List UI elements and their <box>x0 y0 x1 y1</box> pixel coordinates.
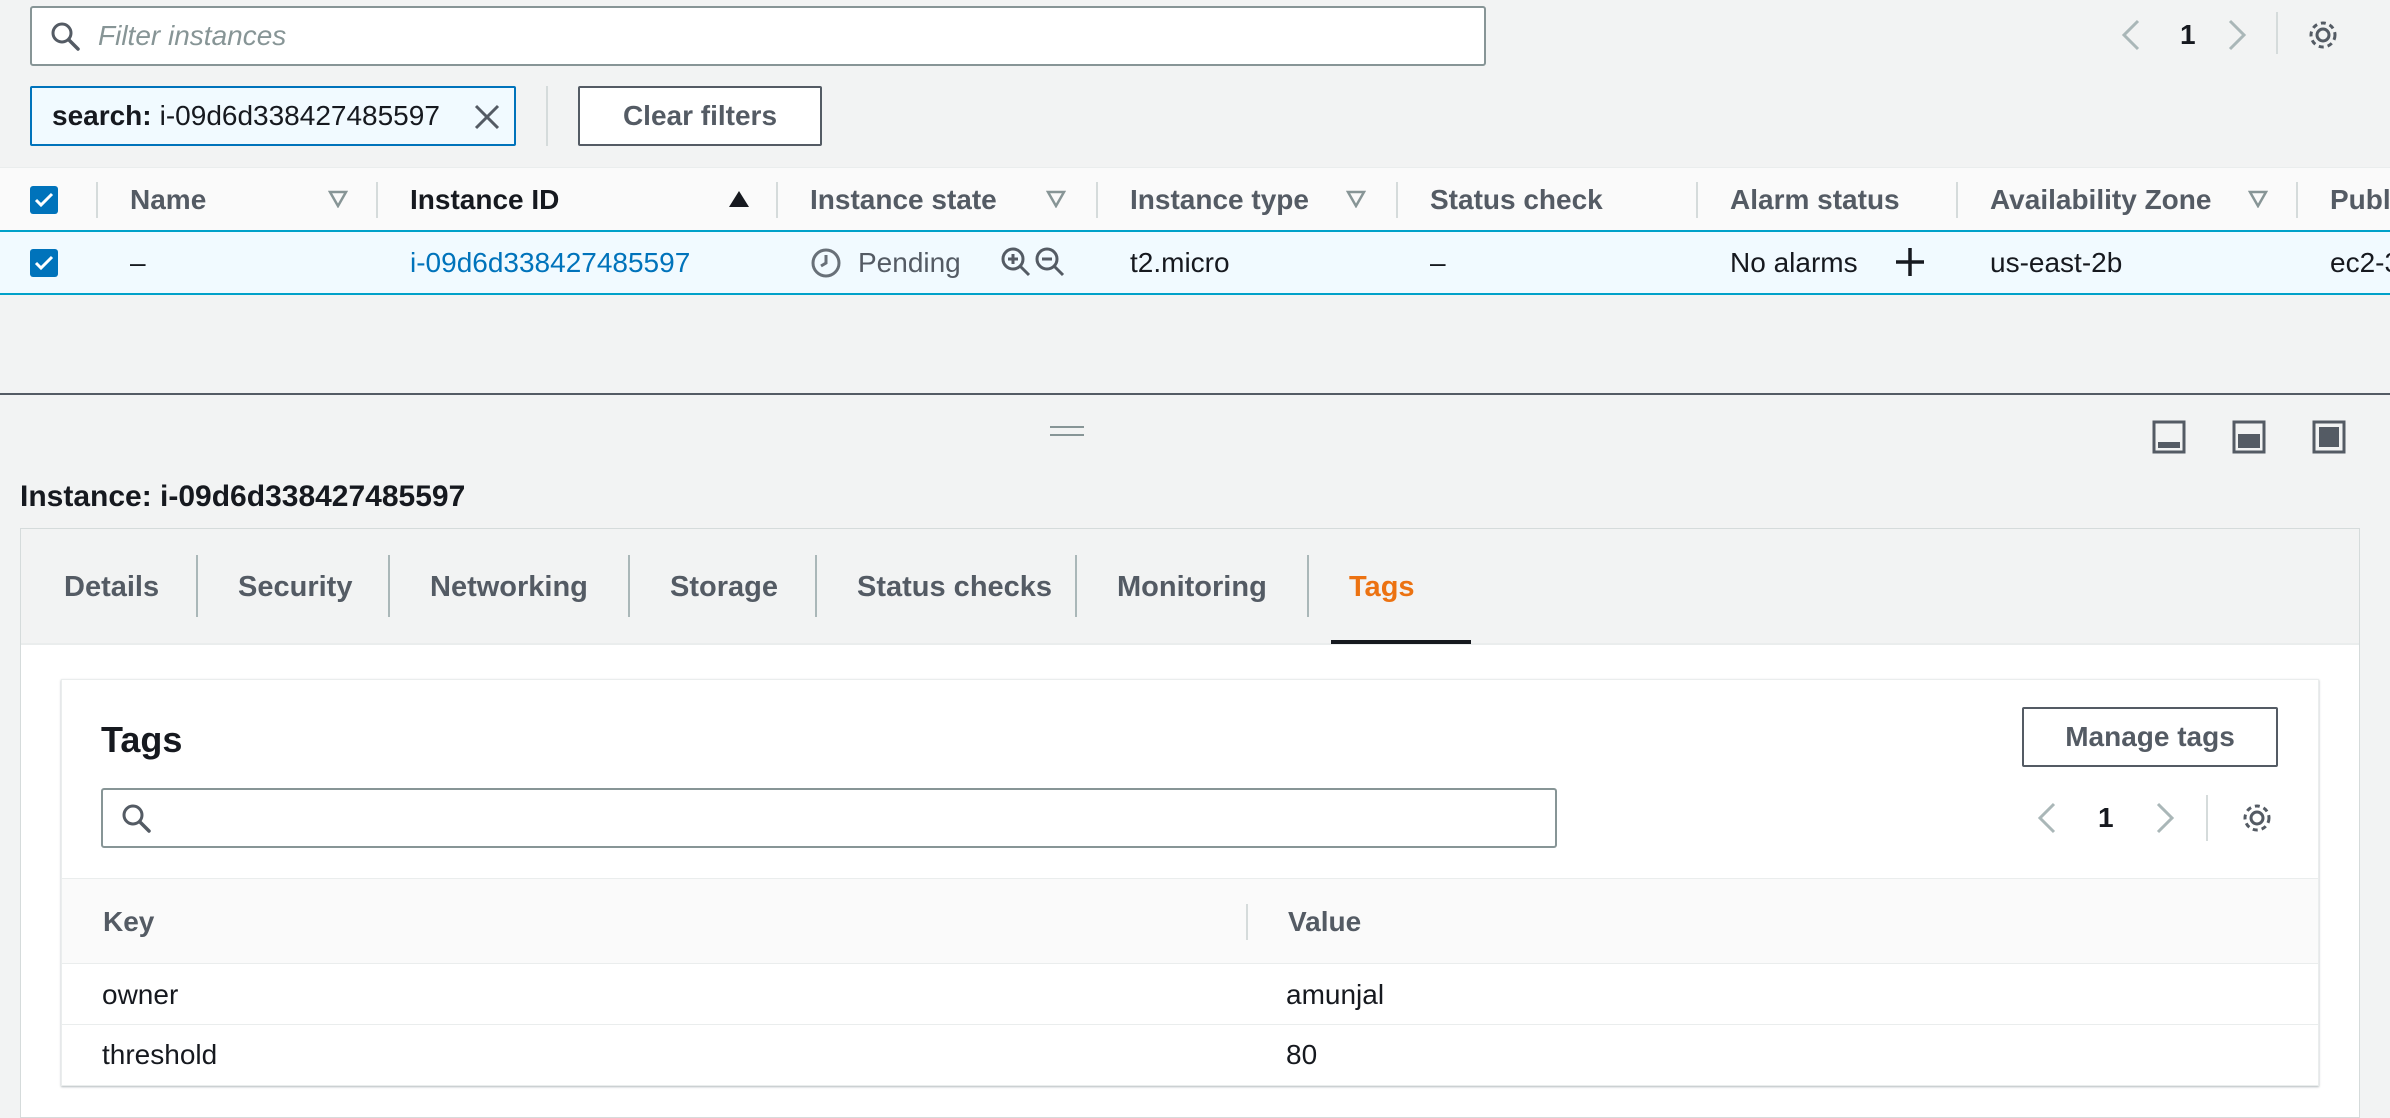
remove-token-icon[interactable] <box>472 102 502 132</box>
tab-tags[interactable]: Tags <box>1349 529 1415 645</box>
search-icon <box>50 21 80 51</box>
sort-icon[interactable] <box>328 190 348 208</box>
prev-page-icon[interactable] <box>2120 18 2150 52</box>
sort-icon[interactable] <box>2248 190 2268 208</box>
tags-title: Tags <box>101 719 183 760</box>
filter-token: search: i-09d6d338427485597 <box>30 86 516 146</box>
table-row: threshold 80 <box>62 1025 2318 1085</box>
divider <box>2206 795 2208 841</box>
cell-instance-state: Pending <box>810 232 961 293</box>
settings-gear-icon[interactable] <box>2306 18 2340 52</box>
tag-key: threshold <box>102 1039 218 1070</box>
instances-pagination: 1 <box>2120 14 2248 56</box>
sort-icon[interactable] <box>1346 190 1366 208</box>
instances-table-header: Name Instance ID Instance state Instance… <box>0 167 2390 230</box>
add-alarm-plus-icon[interactable] <box>1894 246 1926 278</box>
filter-placeholder: Filter instances <box>98 20 287 51</box>
tab-networking[interactable]: Networking <box>430 529 588 645</box>
prev-page-icon[interactable] <box>2036 801 2058 835</box>
tags-pagination: 1 <box>2036 797 2176 839</box>
panel-full-icon[interactable] <box>2312 420 2346 454</box>
token-value: i-09d6d338427485597 <box>159 100 440 131</box>
pending-clock-icon <box>810 247 842 279</box>
sort-icon[interactable] <box>1046 190 1066 208</box>
table-row: owner amunjal <box>62 965 2318 1025</box>
divider <box>2276 12 2278 54</box>
tags-table-header: Key Value <box>62 878 2318 964</box>
sort-ascending-icon[interactable] <box>728 190 750 208</box>
zoom-out-icon[interactable] <box>1034 246 1066 278</box>
cell-alarm-status: No alarms <box>1730 246 1858 278</box>
column-instance-state[interactable]: Instance state <box>810 168 997 231</box>
tab-details[interactable]: Details <box>64 529 159 645</box>
page-number[interactable]: 1 <box>2180 19 2196 51</box>
next-page-icon[interactable] <box>2154 801 2176 835</box>
row-checkbox[interactable] <box>30 232 58 293</box>
page-number[interactable]: 1 <box>2098 802 2114 834</box>
cell-public-dns: ec2-3 <box>2330 246 2390 278</box>
column-public[interactable]: Publ <box>2330 168 2390 231</box>
token-label: search: <box>52 100 152 131</box>
tab-status-checks[interactable]: Status checks <box>857 529 1052 645</box>
instance-title: Instance: i-09d6d338427485597 <box>20 480 466 513</box>
panel-bottom-icon[interactable] <box>2152 420 2186 454</box>
tags-search-input[interactable] <box>101 788 1557 848</box>
settings-gear-icon[interactable] <box>2240 801 2274 835</box>
panel-side-icon[interactable] <box>2232 420 2266 454</box>
split-panel-border <box>0 393 2390 395</box>
column-alarm-status[interactable]: Alarm status <box>1730 168 1900 231</box>
zoom-in-icon[interactable] <box>1000 246 1032 278</box>
instance-id-link[interactable]: i-09d6d338427485597 <box>410 247 690 279</box>
column-availability-zone[interactable]: Availability Zone <box>1990 168 2211 231</box>
column-name[interactable]: Name <box>130 168 206 231</box>
select-all-checkbox[interactable] <box>30 168 58 231</box>
column-key[interactable]: Key <box>103 879 154 965</box>
clear-filters-button[interactable]: Clear filters <box>578 86 822 146</box>
manage-tags-button[interactable]: Manage tags <box>2022 707 2278 767</box>
filter-instances-input[interactable]: Filter instances <box>30 6 1486 66</box>
active-tab-indicator <box>1331 640 1471 644</box>
divider <box>546 86 548 146</box>
cell-availability-zone: us-east-2b <box>1990 246 2123 278</box>
table-row[interactable]: – i-09d6d338427485597 Pending t2.micro –… <box>0 230 2390 295</box>
tag-value: 80 <box>1286 1039 1318 1070</box>
tab-monitoring[interactable]: Monitoring <box>1117 529 1267 645</box>
tag-key: owner <box>102 979 179 1010</box>
column-value[interactable]: Value <box>1288 879 1361 965</box>
cell-name: – <box>130 246 146 278</box>
next-page-icon[interactable] <box>2226 18 2248 52</box>
resize-handle-icon[interactable] <box>1050 425 1084 437</box>
column-instance-type[interactable]: Instance type <box>1130 168 1309 231</box>
tab-security[interactable]: Security <box>238 529 352 645</box>
cell-instance-type: t2.micro <box>1130 246 1230 278</box>
tag-value: amunjal <box>1286 979 1385 1010</box>
search-icon <box>121 803 151 833</box>
column-instance-id[interactable]: Instance ID <box>410 168 559 231</box>
details-tabs: Details Security Networking Storage Stat… <box>21 529 2359 645</box>
tab-storage[interactable]: Storage <box>670 529 778 645</box>
cell-status-check: – <box>1430 246 1446 278</box>
column-status-check[interactable]: Status check <box>1430 168 1603 231</box>
